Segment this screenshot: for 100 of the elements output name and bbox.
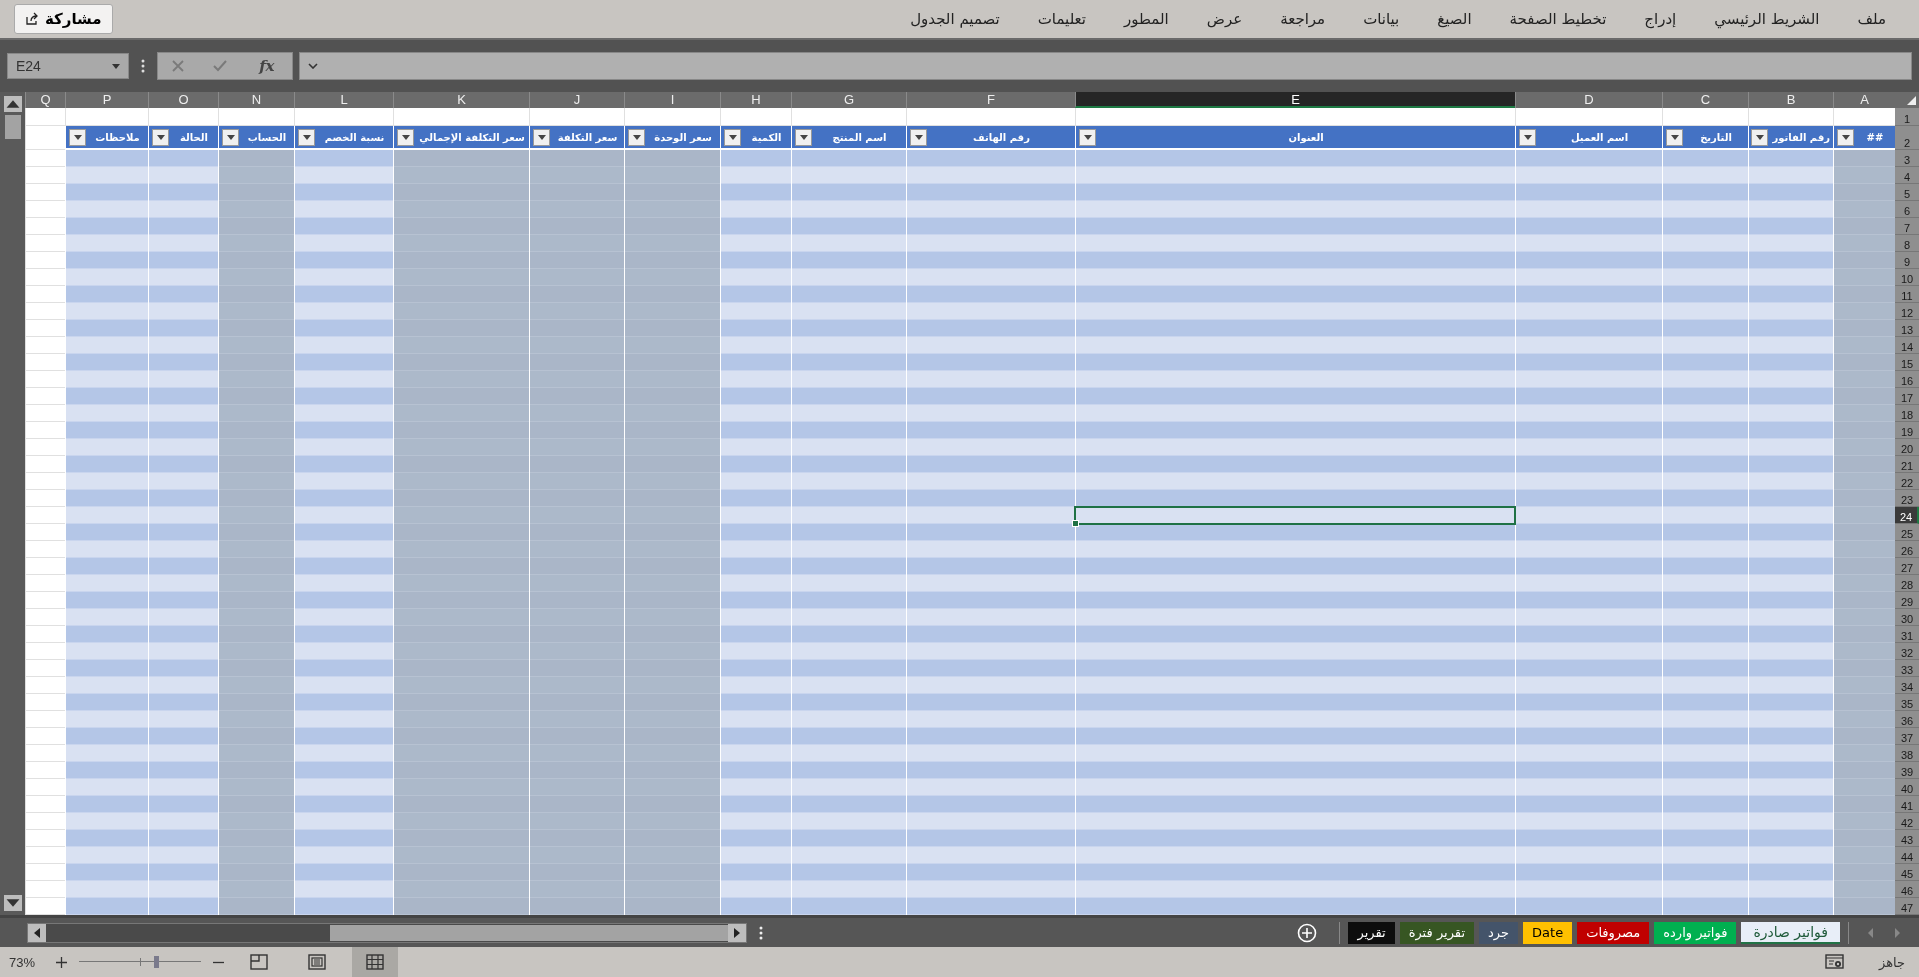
row-header[interactable]: 44 [1895,847,1919,864]
row-header[interactable]: 39 [1895,762,1919,779]
row-header[interactable]: 42 [1895,813,1919,830]
ribbon-tab[interactable]: بيانات [1344,6,1419,32]
row-header[interactable]: 9 [1895,252,1919,269]
row-header[interactable]: 18 [1895,405,1919,422]
scroll-right-icon[interactable] [728,923,746,942]
row-header[interactable]: 36 [1895,711,1919,728]
filter-button[interactable] [1519,128,1536,146]
row-header[interactable]: 17 [1895,388,1919,405]
filter-button[interactable] [222,128,239,146]
column-header[interactable]: B [1748,92,1833,108]
insert-function-button[interactable]: fx [255,57,279,75]
row-header[interactable]: 13 [1895,320,1919,337]
name-box[interactable]: E24 [7,53,129,79]
row-header[interactable]: 47 [1895,898,1919,915]
row-header[interactable]: 23 [1895,490,1919,507]
scroll-thumb[interactable] [330,924,728,941]
column-header[interactable]: I [624,92,720,108]
column-header[interactable]: F [906,92,1075,108]
row-header[interactable]: 16 [1895,371,1919,388]
row-header[interactable]: 35 [1895,694,1919,711]
ribbon-tab[interactable]: ملف [1838,6,1905,32]
column-header[interactable]: C [1662,92,1748,108]
row-header[interactable]: 1 [1895,108,1919,126]
row-header[interactable]: 27 [1895,558,1919,575]
more-icon[interactable] [141,59,145,73]
normal-view-button[interactable] [352,947,398,977]
row-header[interactable]: 3 [1895,150,1919,167]
ribbon-tab[interactable]: الصيغ [1418,6,1491,32]
column-header[interactable]: O [148,92,218,108]
ribbon-tab[interactable]: عرض [1187,6,1262,32]
ribbon-tab[interactable]: تعليمات [1018,6,1106,32]
row-header[interactable]: 7 [1895,218,1919,235]
filter-button[interactable] [1079,128,1096,146]
row-header[interactable]: 32 [1895,643,1919,660]
sheet-tab[interactable]: تقرير [1348,921,1395,944]
row-header[interactable]: 38 [1895,745,1919,762]
column-header[interactable]: J [529,92,624,108]
sheet-tab[interactable]: جرد [1479,921,1519,944]
ribbon-tab[interactable]: إدراج [1625,6,1696,32]
sheet-tab[interactable]: فواتير صادرة [1741,921,1840,944]
row-header[interactable]: 31 [1895,626,1919,643]
column-header[interactable]: L [294,92,393,108]
column-header[interactable]: D [1515,92,1662,108]
row-header[interactable]: 4 [1895,167,1919,184]
slider-thumb[interactable] [154,956,160,968]
filter-button[interactable] [397,128,414,146]
row-header[interactable]: 37 [1895,728,1919,745]
ribbon-tab[interactable]: تصميم الجدول [891,6,1019,32]
add-sheet-icon[interactable] [1297,922,1318,943]
row-header[interactable]: 22 [1895,473,1919,490]
ribbon-tab[interactable]: المطور [1105,6,1188,32]
row-header[interactable]: 41 [1895,796,1919,813]
row-header[interactable]: 5 [1895,184,1919,201]
scroll-left-icon[interactable] [28,923,46,942]
horizontal-scrollbar[interactable] [27,922,747,943]
row-header[interactable]: 24 [1895,507,1919,524]
row-header[interactable]: 34 [1895,677,1919,694]
row-header[interactable]: 26 [1895,541,1919,558]
column-header[interactable]: K [393,92,529,108]
filter-button[interactable] [69,128,86,146]
scroll-thumb[interactable] [4,115,21,139]
row-header[interactable]: 40 [1895,779,1919,796]
vertical-scrollbar[interactable] [0,92,25,915]
zoom-in-icon[interactable] [56,956,67,968]
filter-button[interactable] [1666,128,1683,146]
row-header[interactable]: 6 [1895,201,1919,218]
row-header[interactable]: 21 [1895,456,1919,473]
zoom-percentage[interactable]: 73% [0,954,44,970]
row-header[interactable]: 14 [1895,337,1919,354]
filter-button[interactable] [795,128,812,146]
column-header[interactable]: G [791,92,906,108]
scroll-down-icon[interactable] [3,895,22,911]
row-header[interactable]: 46 [1895,881,1919,898]
filter-button[interactable] [1751,128,1769,146]
sheet-tab[interactable]: Date [1523,921,1573,944]
share-button[interactable]: مشاركة [14,4,113,34]
sheet-tab[interactable]: تقرير فترة [1399,921,1475,944]
display-settings-icon[interactable] [1824,954,1845,970]
column-header[interactable]: A [1833,92,1895,108]
filter-button[interactable] [1837,128,1854,146]
ribbon-tab[interactable]: الشريط الرئيسي [1695,6,1839,32]
row-header[interactable]: 8 [1895,235,1919,252]
column-header[interactable]: N [218,92,294,108]
column-header[interactable]: P [65,92,148,108]
filter-button[interactable] [298,128,315,146]
row-header[interactable]: 28 [1895,575,1919,592]
row-header[interactable]: 29 [1895,592,1919,609]
filter-button[interactable] [724,128,741,146]
sheet-tab[interactable]: فواتير وارده [1654,921,1737,944]
column-header[interactable]: E [1075,92,1515,108]
ribbon-tab[interactable]: مراجعة [1261,6,1345,32]
row-header[interactable]: 43 [1895,830,1919,847]
filter-button[interactable] [533,128,550,146]
row-header[interactable]: 10 [1895,269,1919,286]
more-icon[interactable] [759,925,763,940]
filter-button[interactable] [152,128,169,146]
ribbon-tab[interactable]: تخطيط الصفحة [1490,6,1626,32]
formula-input[interactable] [299,52,1912,80]
